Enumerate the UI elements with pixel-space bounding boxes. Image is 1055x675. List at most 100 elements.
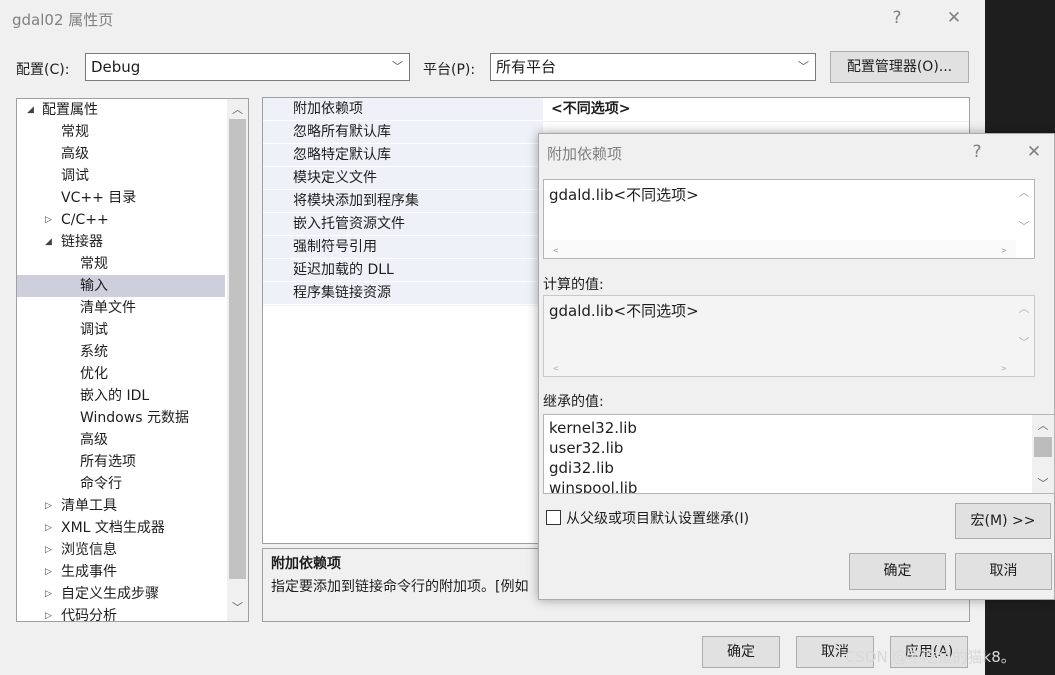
dialog-ok-button[interactable]: 确定 — [849, 553, 946, 590]
tree-item-label: 优化 — [80, 366, 108, 382]
dialog-close-button[interactable]: ✕ — [1019, 139, 1049, 165]
computed-vscroll[interactable]: ︿ ﹀ — [1014, 296, 1034, 356]
ok-button[interactable]: 确定 — [702, 636, 780, 668]
edit-vscroll[interactable]: ︿ ﹀ — [1014, 180, 1034, 240]
window-title: gdal02 属性页 — [12, 11, 114, 29]
tree-item[interactable]: 常规 — [17, 121, 225, 143]
tree-item[interactable]: 嵌入的 IDL — [17, 385, 225, 407]
tree-item[interactable]: 优化 — [17, 363, 225, 385]
expand-icon[interactable]: ▷ — [45, 605, 52, 621]
inherit-checkbox-label[interactable]: 从父级或项目默认设置继承(I) — [566, 508, 749, 528]
tree-item[interactable]: ▷ 清单工具 — [17, 495, 225, 517]
expand-icon[interactable]: ▷ — [45, 495, 52, 517]
tree-item-label: 输入 — [80, 278, 108, 294]
close-button[interactable]: ✕ — [939, 5, 969, 31]
chevron-right-icon[interactable]: ﹥ — [998, 358, 1010, 375]
scrollbar-thumb[interactable] — [229, 119, 246, 579]
dialog-title: 附加依赖项 — [547, 145, 623, 163]
chevron-down-icon[interactable]: ﹀ — [227, 599, 248, 615]
tree-item-label: 调试 — [61, 168, 89, 184]
tree-item[interactable]: 高级 — [17, 143, 225, 165]
tree-item[interactable]: 系统 — [17, 341, 225, 363]
inherited-scrollbar[interactable]: ︿ ﹀ — [1032, 415, 1054, 493]
inherited-lines: kernel32.lib user32.lib gdi32.lib winspool.… — [544, 418, 1029, 493]
tree-item[interactable]: 所有选项 — [17, 451, 225, 473]
computed-value-text: gdald.lib<不同选项> — [549, 302, 699, 320]
chevron-up-icon[interactable]: ︿ — [1032, 417, 1054, 433]
tree-item-label: C/C++ — [61, 212, 109, 228]
tree-item[interactable]: VC++ 目录 — [17, 187, 225, 209]
tree-item[interactable]: ▷ XML 文档生成器 — [17, 517, 225, 539]
tree-item[interactable]: ◢ 配置属性 — [17, 99, 225, 121]
tree-item[interactable]: 命令行 — [17, 473, 225, 495]
chevron-down-icon[interactable]: ﹀ — [1014, 218, 1034, 234]
chevron-up-icon[interactable]: ︿ — [1014, 300, 1034, 316]
edit-hscroll[interactable]: ﹤ ﹥ — [544, 240, 1016, 258]
inherit-checkbox[interactable] — [546, 510, 561, 525]
collapse-icon[interactable]: ◢ — [45, 231, 52, 253]
expand-icon[interactable]: ▷ — [45, 583, 52, 605]
tree-item[interactable]: ▷ 自定义生成步骤 — [17, 583, 225, 605]
tree-item[interactable]: 输入 — [17, 275, 225, 297]
expand-icon[interactable]: ▷ — [45, 561, 52, 583]
scrollbar-thumb[interactable] — [1034, 437, 1052, 457]
tree-item[interactable]: ◢ 链接器 — [17, 231, 225, 253]
chevron-right-icon[interactable]: ﹥ — [998, 240, 1010, 257]
expand-icon[interactable]: ▷ — [45, 517, 52, 539]
computed-hscroll[interactable]: ﹤ ﹥ — [544, 358, 1016, 376]
tree-item-label: 高级 — [61, 146, 89, 162]
tree-item[interactable]: 清单文件 — [17, 297, 225, 319]
tree-item-label: 所有选项 — [80, 454, 136, 470]
help-button[interactable]: ? — [882, 5, 912, 31]
computed-label: 计算的值: — [543, 277, 604, 293]
tree-item[interactable]: ▷ 代码分析 — [17, 605, 225, 621]
property-row[interactable]: 附加依赖项 <不同选项> — [263, 98, 969, 122]
tree-item[interactable]: 高级 — [17, 429, 225, 451]
chevron-down-icon[interactable]: ﹀ — [1014, 334, 1034, 350]
tree-item-label: 清单文件 — [80, 300, 136, 316]
dialog-cancel-button[interactable]: 取消 — [955, 553, 1052, 590]
property-name: 强制符号引用 — [263, 236, 543, 258]
tree-scrollbar[interactable]: ︿ ﹀ — [227, 99, 248, 621]
property-tree: ◢ 配置属性 常规 高级 调试 VC++ 目录 ▷ C/C++ ◢ 链接器 常规 输入 清单文件 调试 系统… — [16, 98, 249, 622]
dialog-help-button[interactable]: ? — [962, 139, 992, 165]
tree-item[interactable]: ▷ C/C++ — [17, 209, 225, 231]
tree-item[interactable]: 常规 — [17, 253, 225, 275]
chevron-down-icon: ﹀ — [798, 60, 809, 73]
config-label: 配置(C): — [16, 62, 70, 78]
inherited-values-list[interactable]: kernel32.lib user32.lib gdi32.lib winspool.… — [543, 414, 1055, 494]
tree-item-label: 调试 — [80, 322, 108, 338]
property-name: 模块定义文件 — [263, 167, 543, 189]
chevron-left-icon[interactable]: ﹤ — [550, 240, 562, 257]
tree-item[interactable]: ▷ 浏览信息 — [17, 539, 225, 561]
chevron-up-icon[interactable]: ︿ — [1014, 184, 1034, 200]
expand-icon[interactable]: ▷ — [45, 209, 52, 231]
chevron-down-icon[interactable]: ﹀ — [1032, 475, 1054, 491]
tree-item[interactable]: 调试 — [17, 165, 225, 187]
tree-item-label: 高级 — [80, 432, 108, 448]
chevron-up-icon[interactable]: ︿ — [227, 101, 248, 117]
tree-list: ◢ 配置属性 常规 高级 调试 VC++ 目录 ▷ C/C++ ◢ 链接器 常规 输入 清单文件 调试 系统… — [17, 99, 227, 621]
tree-item-label: 命令行 — [80, 476, 122, 492]
expand-icon[interactable]: ▷ — [45, 539, 52, 561]
tree-item-label: 生成事件 — [61, 564, 117, 580]
config-combobox[interactable]: Debug ﹀ — [85, 53, 410, 81]
inherited-value: gdi32.lib — [549, 459, 614, 477]
platform-value: 所有平台 — [496, 58, 557, 76]
property-name: 忽略所有默认库 — [263, 121, 543, 143]
chevron-left-icon[interactable]: ﹤ — [550, 358, 562, 375]
platform-combobox[interactable]: 所有平台 ﹀ — [490, 53, 816, 81]
config-value: Debug — [91, 58, 141, 76]
tree-item[interactable]: 调试 — [17, 319, 225, 341]
tree-item[interactable]: Windows 元数据 — [17, 407, 225, 429]
dependencies-edit-text: gdald.lib<不同选项> — [549, 186, 699, 204]
tree-item-label: Windows 元数据 — [80, 410, 189, 426]
dependencies-edit[interactable]: gdald.lib<不同选项> ︿ ﹀ ﹤ ﹥ — [543, 179, 1035, 259]
tree-item[interactable]: ▷ 生成事件 — [17, 561, 225, 583]
inherited-label: 继承的值: — [543, 394, 604, 410]
tree-item-label: XML 文档生成器 — [61, 520, 165, 536]
inherited-value: user32.lib — [549, 439, 624, 457]
config-manager-button[interactable]: 配置管理器(O)... — [830, 51, 969, 83]
macro-button[interactable]: 宏(M) >> — [955, 503, 1051, 539]
collapse-icon[interactable]: ◢ — [27, 99, 34, 121]
